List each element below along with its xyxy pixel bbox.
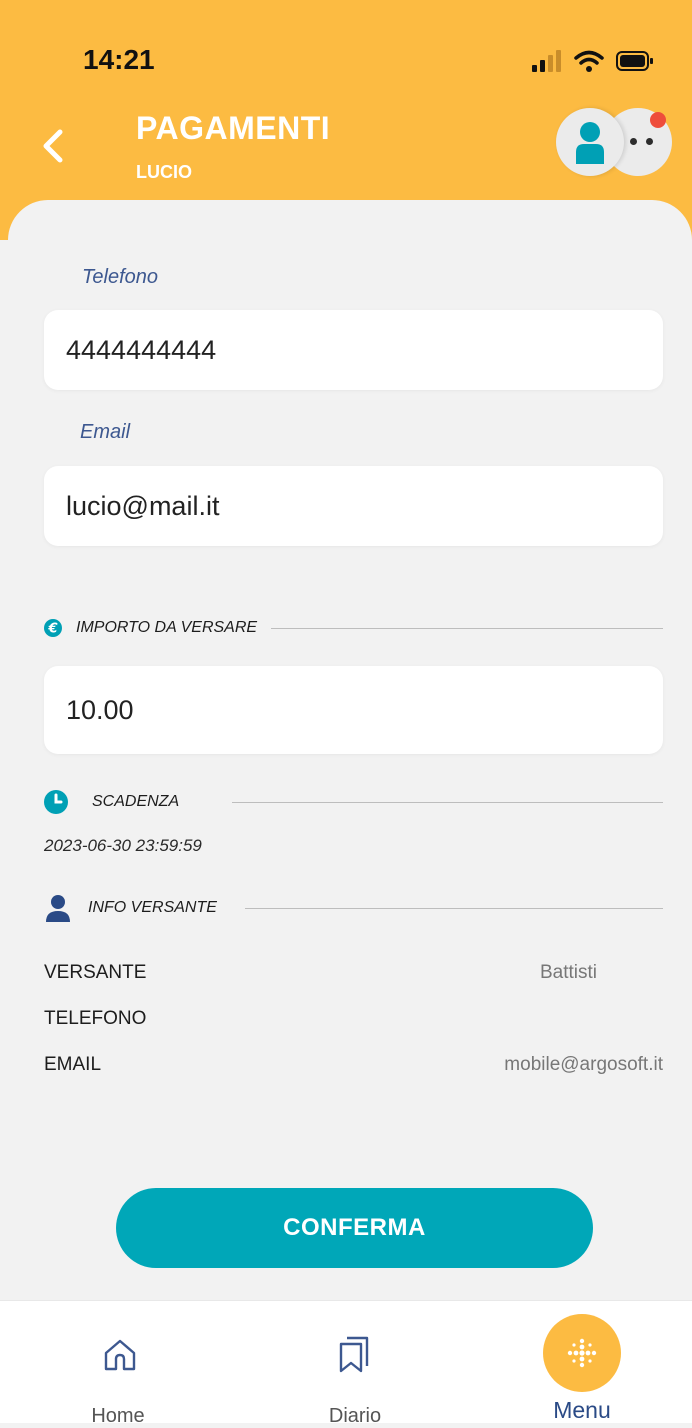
amount-value: 10.00	[66, 694, 134, 725]
payer-section-label: INFO VERSANTE	[88, 899, 217, 916]
person-icon	[44, 894, 72, 922]
page-subtitle: LUCIO	[136, 162, 192, 182]
tab-home-label: Home	[91, 1405, 145, 1427]
info-value: mobile@argosoft.it	[504, 1054, 663, 1075]
phone-value: 4444444444	[66, 334, 217, 365]
more-dots-icon	[630, 138, 637, 145]
menu-button[interactable]	[543, 1314, 621, 1392]
divider	[232, 801, 663, 803]
battery-icon	[616, 51, 653, 71]
chevron-left-icon	[43, 129, 63, 163]
info-value: Battisti	[539, 962, 597, 983]
info-key: EMAIL	[44, 1054, 102, 1075]
deadline-section-label: SCADENZA	[92, 793, 180, 810]
tab-home[interactable]: Home	[48, 1301, 188, 1427]
phone-label: Telefono	[82, 266, 158, 288]
info-key: VERSANTE	[44, 962, 147, 983]
amount-input[interactable]: 10.00	[44, 666, 663, 754]
deadline-value: 2023-06-30 23:59:59	[44, 836, 202, 855]
info-row-payer: VERSANTE Battisti	[44, 962, 663, 992]
profile-avatar[interactable]	[556, 108, 624, 176]
divider	[244, 907, 663, 909]
wifi-icon	[574, 50, 604, 72]
euro-icon: €	[44, 619, 62, 637]
email-label: Email	[80, 421, 131, 443]
phone-input[interactable]: 4444444444	[44, 310, 663, 390]
amount-section-header: € IMPORTO DA VERSARE	[44, 619, 663, 637]
bookmark-icon	[339, 1336, 369, 1373]
signal-icon	[532, 50, 561, 72]
payer-section-header: INFO VERSANTE	[44, 894, 663, 922]
page-title: PAGAMENTI	[136, 110, 331, 146]
grid-dots-icon	[567, 1338, 597, 1368]
status-time: 14:21	[83, 44, 155, 75]
deadline-section-header: SCADENZA	[44, 790, 663, 814]
tab-diary-label: Diario	[328, 1405, 382, 1427]
notification-badge	[650, 112, 666, 128]
tab-menu-label: Menu	[553, 1397, 611, 1423]
clock-icon	[44, 790, 68, 814]
divider	[271, 627, 663, 629]
info-row-email: EMAIL mobile@argosoft.it	[44, 1054, 663, 1084]
amount-section-label: IMPORTO DA VERSARE	[76, 619, 258, 636]
home-icon	[104, 1339, 136, 1371]
info-row-phone: TELEFONO	[44, 1008, 663, 1038]
tab-diary[interactable]: Diario	[285, 1301, 425, 1427]
email-input[interactable]: lucio@mail.it	[44, 466, 663, 546]
status-icons	[532, 50, 654, 72]
email-value: lucio@mail.it	[66, 490, 220, 521]
more-dot	[646, 138, 653, 145]
confirm-button[interactable]: CONFERMA	[116, 1188, 593, 1268]
svg-text:€: €	[47, 622, 57, 637]
user-icon	[576, 122, 604, 164]
back-button[interactable]	[34, 126, 74, 166]
info-key: TELEFONO	[44, 1008, 147, 1029]
